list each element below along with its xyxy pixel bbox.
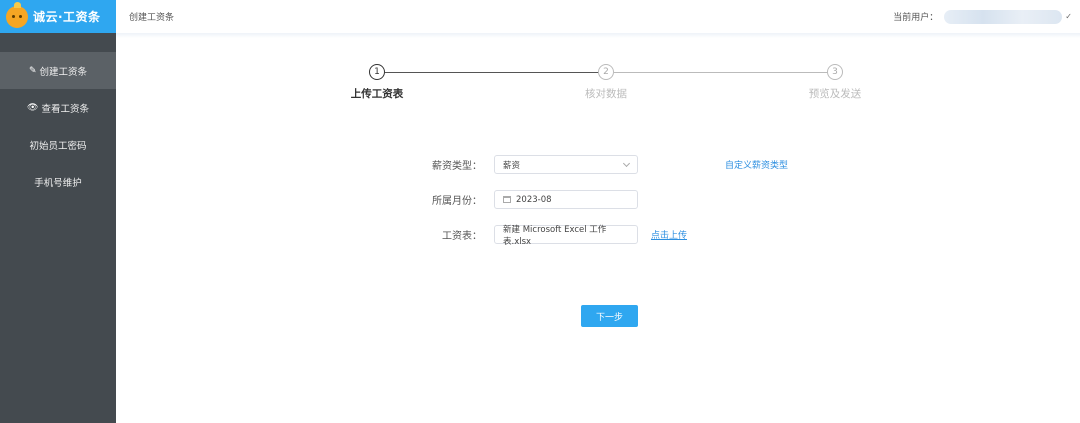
step-upload: 1 上传工资表 <box>337 64 417 101</box>
app-logo[interactable]: 诚云·工资条 <box>0 0 116 33</box>
month-label: 所属月份： <box>432 196 482 207</box>
sheet-file-field[interactable]: 新建 Microsoft Excel 工作表.xlsx <box>494 224 638 247</box>
custom-salary-type-link[interactable]: 自定义薪资类型 <box>725 158 788 171</box>
upload-link[interactable]: 点击上传 <box>651 228 687 241</box>
salary-type-label: 薪资类型： <box>432 161 482 172</box>
sidebar-item-label: 查看工资条 <box>41 103 89 115</box>
sidebar-item-view-payslip[interactable]: 👁 查看工资条 <box>0 89 116 126</box>
sidebar-item-create-payslip[interactable]: ✎ 创建工资条 <box>0 52 116 89</box>
sidebar-item-init-password[interactable]: 初始员工密码 <box>0 126 116 163</box>
calendar-icon <box>503 196 511 203</box>
current-user-name-blurred <box>944 9 1063 24</box>
month-row: 所属月份： 2023-08 <box>414 190 638 209</box>
progress-steps: 1 上传工资表 2 核对数据 3 预览及发送 <box>340 64 880 104</box>
salary-type-value: 薪资 <box>503 160 521 171</box>
sidebar-nav: ✎ 创建工资条 👁 查看工资条 初始员工密码 手机号维护 <box>0 52 116 200</box>
check-icon: ✓ <box>1065 12 1072 21</box>
month-picker[interactable]: 2023-08 <box>494 190 638 209</box>
month-value: 2023-08 <box>516 194 552 205</box>
sheet-label: 工资表： <box>442 231 482 242</box>
step-title: 上传工资表 <box>350 88 404 100</box>
sidebar-item-label: 初始员工密码 <box>29 140 87 152</box>
edit-icon: ✎ <box>28 65 37 76</box>
breadcrumb: 创建工资条 <box>129 13 175 23</box>
user-menu[interactable]: 当前用户： ✓ <box>893 0 1072 33</box>
salary-type-row: 薪资类型： 薪资 自定义薪资类型 <box>414 155 788 174</box>
sidebar-item-label: 创建工资条 <box>39 66 88 78</box>
step-verify: 2 核对数据 <box>566 64 646 101</box>
sheet-file-name: 新建 Microsoft Excel 工作表.xlsx <box>503 224 607 247</box>
step-number: 3 <box>827 64 843 80</box>
orange-mascot-icon <box>6 1 28 28</box>
sheet-row: 工资表： 新建 Microsoft Excel 工作表.xlsx 点击上传 <box>414 224 687 247</box>
step-title: 核对数据 <box>585 88 627 100</box>
step-title: 预览及发送 <box>808 88 862 100</box>
sidebar-item-phone-maintenance[interactable]: 手机号维护 <box>0 163 116 200</box>
chevron-down-icon <box>622 159 631 168</box>
sidebar: 诚云·工资条 ✎ 创建工资条 👁 查看工资条 初始员工密码 手机号维护 <box>0 0 116 423</box>
top-header: 创建工资条 当前用户： ✓ <box>116 0 1080 33</box>
current-user-label: 当前用户： <box>893 13 939 23</box>
eye-icon: 👁 <box>27 102 39 113</box>
header-divider <box>116 33 1080 38</box>
step-preview-send: 3 预览及发送 <box>795 64 875 101</box>
salary-type-select[interactable]: 薪资 <box>494 155 638 174</box>
step-number: 2 <box>598 64 614 80</box>
app-title: 诚云·工资条 <box>33 10 101 24</box>
step-number: 1 <box>369 64 385 80</box>
sidebar-item-label: 手机号维护 <box>34 177 82 189</box>
next-step-button[interactable]: 下一步 <box>581 305 638 327</box>
